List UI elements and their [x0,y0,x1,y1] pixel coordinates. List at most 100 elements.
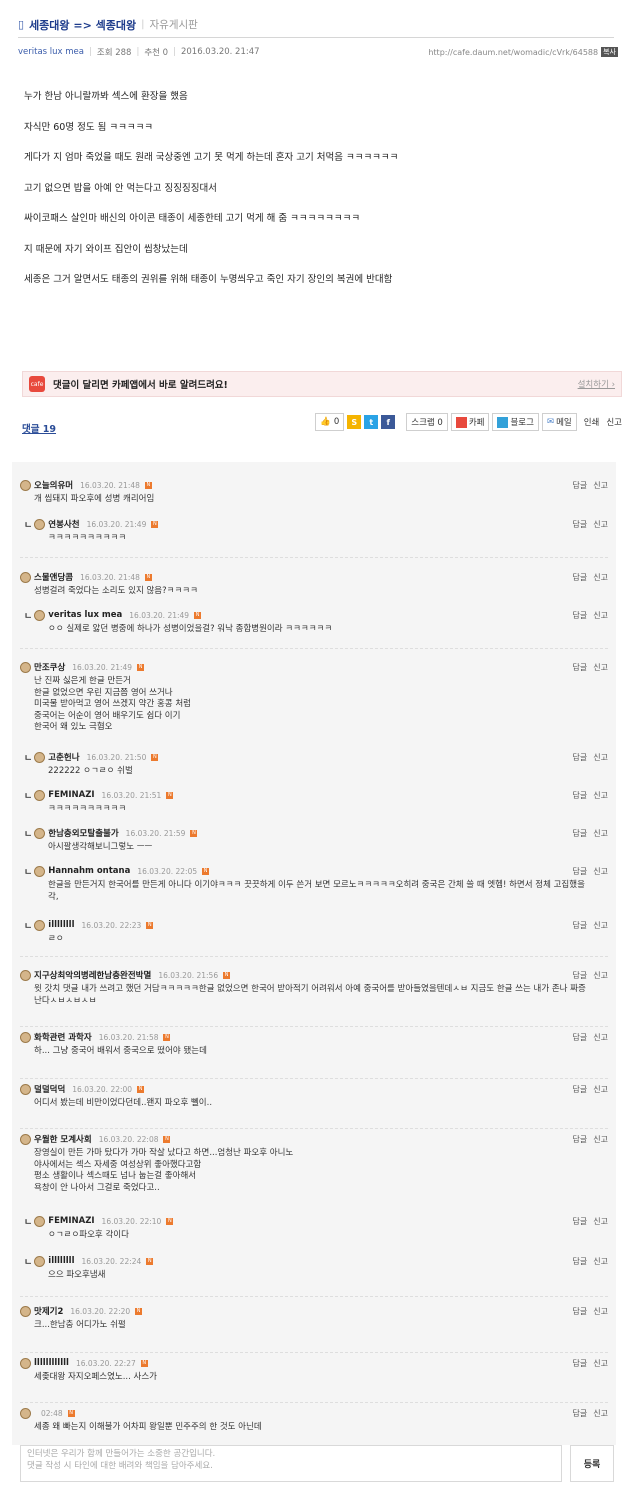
comment-nickname[interactable]: veritas lux mea [48,610,122,620]
report-link[interactable]: 신고 [593,971,608,980]
new-badge-icon: N [137,663,145,671]
post-url[interactable]: http://cafe.daum.net/womadic/cVrk/64588 [428,48,598,57]
reply-link[interactable]: 답글 [573,1359,588,1368]
report-link[interactable]: 신고 [593,867,608,876]
reply-link[interactable]: 답글 [573,1257,588,1266]
report-link[interactable]: 신고 [593,481,608,490]
report-link[interactable]: 신고 [593,1217,608,1226]
reply-link[interactable]: 답글 [573,520,588,529]
reply-link[interactable]: 답글 [573,573,588,582]
report-link[interactable]: 신고 [593,573,608,582]
report-link[interactable]: 신고 [593,1135,608,1144]
reply-link[interactable]: 답글 [573,1033,588,1042]
report-link[interactable]: 신고 [593,1359,608,1368]
reply-comment: ㄴ 연봉사천 16.03.20. 21:49 N 답글 신고 ㅋㅋㅋㅋㅋㅋㅋㅋㅋㅋ [12,509,616,553]
comment-nickname[interactable]: 화학관련 과학자 [34,1031,92,1043]
comment-nickname[interactable]: illllllll [48,1256,74,1266]
reply-link[interactable]: 답글 [573,1217,588,1226]
comment-nickname[interactable]: 지구상최악의병레한남충완전박멸 [34,969,151,981]
comment-header: ㄴ FEMINAZI 16.03.20. 22:10 N 답글 신고 [24,1214,608,1228]
comment-nickname[interactable]: FEMINAZI [48,1216,94,1226]
report-link[interactable]: 신고 [593,1409,608,1418]
comment-header: 우월한 모계사회 16.03.20. 22:08 N 답글 신고 [20,1132,608,1146]
reply-link[interactable]: 답글 [573,663,588,672]
reply-link[interactable]: 답글 [573,1085,588,1094]
report-link[interactable]: 신고 [593,829,608,838]
blog-share-button[interactable]: 블로그 [492,413,539,431]
comment-nickname[interactable]: 오늘의유머 [34,479,73,491]
comment-nickname[interactable]: 덜덜덕덕 [34,1083,65,1095]
comment-time: 16.03.20. 21:48 [80,480,140,490]
banner-message: 댓글이 달리면 카페앱에서 바로 알려드려요! [53,380,228,391]
facebook-share-icon[interactable]: f [381,415,396,429]
comment-divider [20,956,608,957]
report-link[interactable]: 신고 [593,663,608,672]
reply-comment: ㄴ 고춘헌나 16.03.20. 21:50 N 답글 신고 222222 ㅇㄱㄹㅇ 쉬벌 [12,742,616,780]
reply-link[interactable]: 답글 [573,1307,588,1316]
report-link[interactable]: 신고 [593,611,608,620]
reply-comment: ㄴ FEMINAZI 16.03.20. 21:51 N 답글 신고 ㅋㅋㅋㅋㅋㅋㅋㅋㅋㅋ [12,780,616,818]
report-link[interactable]: 신고 [593,791,608,800]
submit-comment-button[interactable]: 등록 [570,1445,614,1482]
report-link[interactable]: 신고 [593,520,608,529]
reply-link[interactable]: 답글 [573,791,588,800]
comment-nickname[interactable]: illllllll [48,920,74,930]
reply-link[interactable]: 답글 [573,481,588,490]
reply-link[interactable]: 답글 [573,971,588,980]
post-likes: 추천 0 [144,48,169,58]
comment: 화학관련 과학자 16.03.20. 21:58 N 답글 신고 하... 그냥 중국어 … [12,1022,616,1074]
comment-count-link[interactable]: 댓글 19 [22,421,56,435]
report-link[interactable]: 신고 [593,921,608,930]
print-link[interactable]: 인쇄 [584,416,600,428]
app-banner[interactable]: cafe 댓글이 달리면 카페앱에서 바로 알려드려요! 설치하기 › [22,371,622,397]
copy-url-button[interactable]: 복사 [601,47,618,57]
report-link[interactable]: 신고 [593,1085,608,1094]
report-link[interactable]: 신고 [593,753,608,762]
comment-nickname[interactable]: FEMINAZI [48,790,94,800]
comment-nickname[interactable]: llllllllllll [34,1358,69,1368]
kakaostory-share-icon[interactable]: S [347,415,362,429]
comment-text: 세종 왜 빠는지 이해불가 어차피 왕일뿐 민주주의 한 것도 아닌데 [34,1422,262,1432]
twitter-share-icon[interactable]: t [364,415,379,429]
report-post-link[interactable]: 신고 [606,416,622,428]
comment-nickname[interactable]: 우월한 모계사회 [34,1133,92,1145]
scrap-button[interactable]: 스크랩 0 [406,413,448,431]
report-link[interactable]: 신고 [593,1033,608,1042]
reply-link[interactable]: 답글 [573,921,588,930]
new-badge-icon: N [163,1135,171,1143]
comment: 오늘의유머 16.03.20. 21:48 N 답글 신고 개 씹돼지 파오후에 성병 캐… [12,470,616,509]
reply-link[interactable]: 답글 [573,753,588,762]
comment-time: 16.03.20. 21:59 [125,828,186,838]
reply-link[interactable]: 답글 [573,611,588,620]
mail-share-button[interactable]: ✉ 메일 [541,413,577,431]
reply-link[interactable]: 답글 [573,1409,588,1418]
reply-link[interactable]: 답글 [573,867,588,876]
comment-nickname[interactable]: Hannahm ontana [48,866,130,876]
board-prefix-icon: ▯ [18,18,25,31]
reply-link[interactable]: 답글 [573,829,588,838]
comment-nickname[interactable]: 맛제기2 [34,1305,63,1317]
avatar-icon [20,1407,31,1419]
comment-header: ㄴ FEMINAZI 16.03.20. 21:51 N 답글 신고 [24,788,608,802]
comment-nickname[interactable]: 한남충외모탈출불가 [48,827,118,839]
comment-nickname[interactable]: 만조쿠상 [34,661,65,673]
comment-nickname[interactable]: 스물앤당콤 [34,571,73,583]
new-badge-icon: N [146,921,154,929]
post-author[interactable]: veritas lux mea [18,47,84,57]
new-badge-icon: N [146,1257,154,1265]
avatar-icon [34,865,46,877]
new-badge-icon: N [151,753,159,761]
reply-link[interactable]: 답글 [573,1135,588,1144]
board-link[interactable]: 자유게시판 [150,17,198,32]
comment-nickname[interactable]: 고춘헌나 [48,751,79,763]
comment-divider [20,557,608,558]
new-badge-icon: N [194,611,202,619]
comment-nickname[interactable]: 연봉사천 [48,518,79,530]
comment-input[interactable]: 인터넷은 우리가 함께 만들어가는 소중한 공간입니다. 댓글 작성 시 타인에… [20,1445,562,1482]
install-link[interactable]: 설치하기 › [578,378,615,390]
cafe-share-button[interactable]: 카페 [450,413,490,431]
like-button[interactable]: 👍 0 [315,413,345,431]
report-link[interactable]: 신고 [593,1307,608,1316]
report-link[interactable]: 신고 [593,1257,608,1266]
comment-time: 16.03.20. 22:00 [72,1084,133,1094]
